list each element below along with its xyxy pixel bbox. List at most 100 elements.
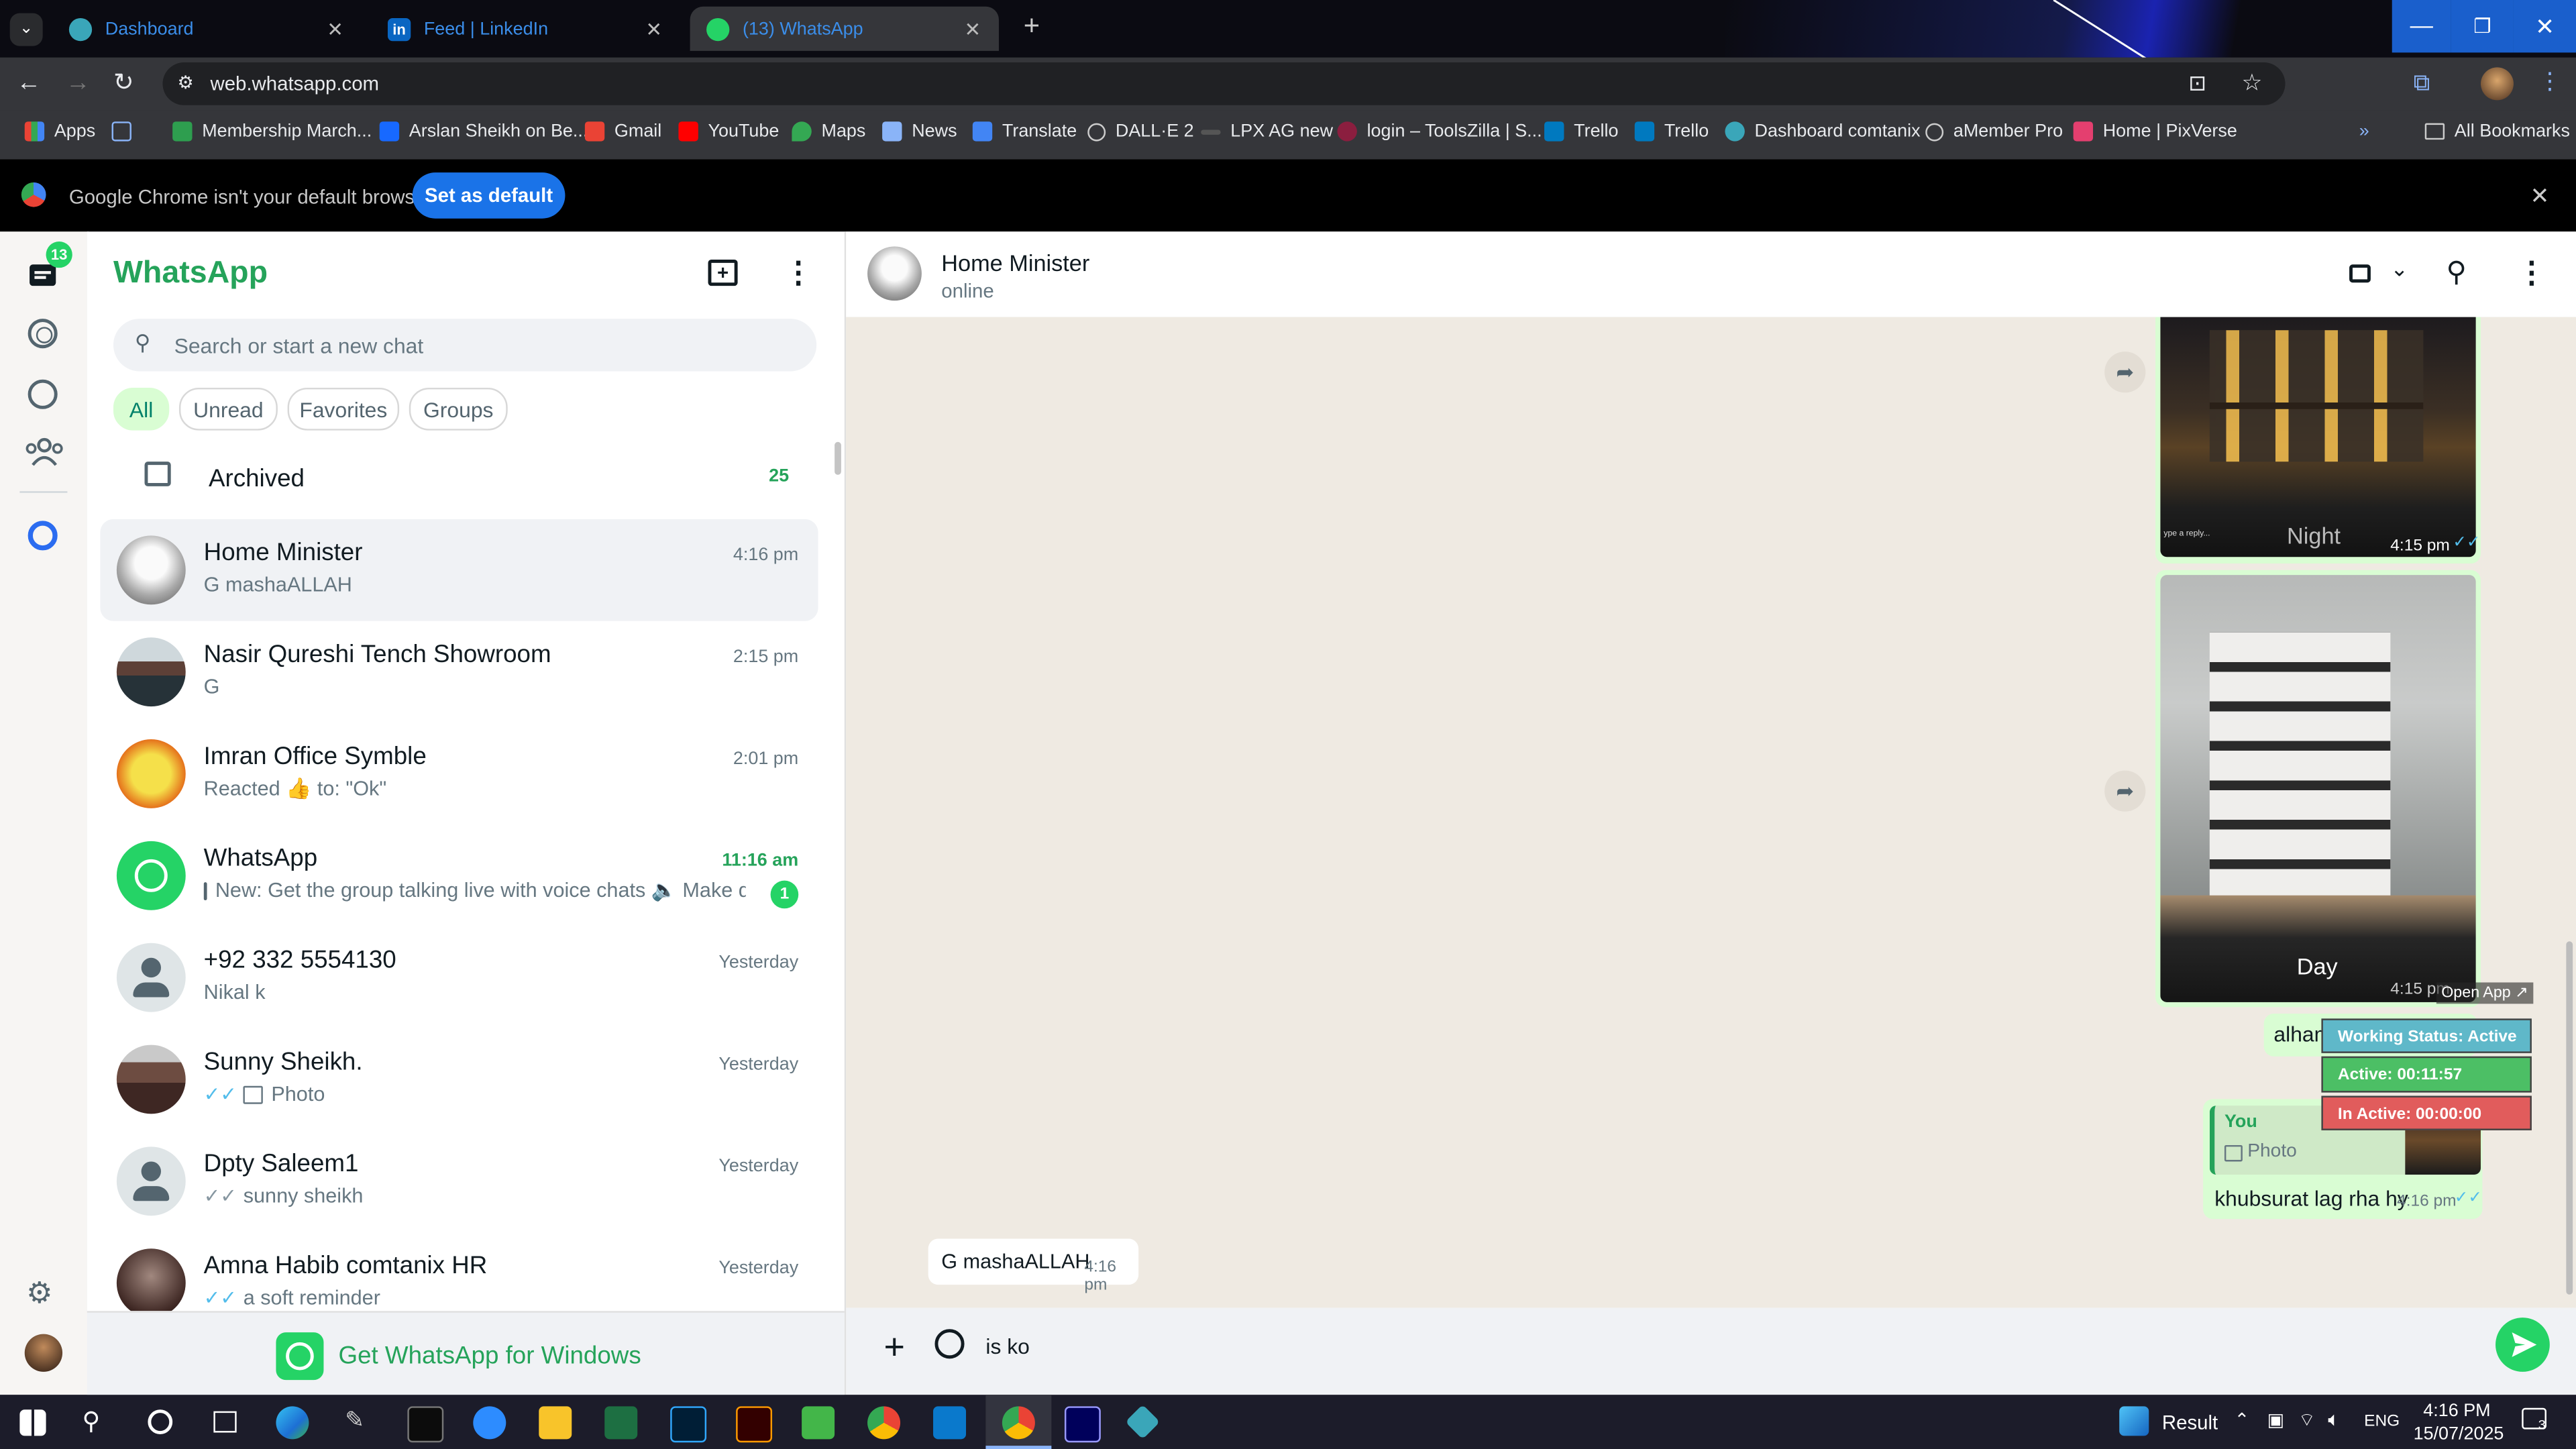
chat-row-whatsapp[interactable]: WhatsApp 11:16 am New: Get the group tal… xyxy=(100,824,818,926)
language-indicator[interactable]: ENG xyxy=(2364,1413,2400,1431)
clock-date[interactable]: 15/07/2025 xyxy=(2414,1424,2504,1444)
wifi-icon[interactable]: ⌔ xyxy=(2298,1409,2315,1432)
tab-dashboard[interactable]: Dashboard ✕ xyxy=(52,7,361,51)
site-info-icon[interactable]: ⚙ xyxy=(177,72,193,93)
send-button[interactable] xyxy=(2496,1318,2550,1372)
vscode-icon[interactable] xyxy=(933,1406,967,1440)
new-chat-icon[interactable]: + xyxy=(708,259,738,286)
terminal-icon[interactable] xyxy=(407,1406,444,1443)
photoshop-icon[interactable] xyxy=(670,1406,707,1443)
close-tab-icon[interactable]: ✕ xyxy=(641,17,667,40)
profile-avatar[interactable] xyxy=(2480,67,2514,101)
comtanix-app-icon[interactable] xyxy=(1125,1404,1161,1440)
chat-row-phone[interactable]: +92 332 5554130 Yesterday Nikal k xyxy=(100,926,818,1028)
bookmark-amember[interactable]: aMember Pro xyxy=(1925,121,2063,142)
open-app-button[interactable]: Open App ↗ xyxy=(2436,982,2534,1004)
pen-icon[interactable]: ✎ xyxy=(345,1406,364,1434)
search-icon[interactable]: ⚲ xyxy=(82,1406,100,1436)
phone-app-icon[interactable] xyxy=(802,1406,835,1440)
excel-icon[interactable] xyxy=(604,1406,638,1440)
network-icon[interactable]: ▣ xyxy=(2267,1409,2284,1431)
chat-row-saleem[interactable]: Dpty Saleem1 Yesterday ✓✓ sunny sheikh xyxy=(100,1130,818,1232)
bookmark-pixverse[interactable]: Home | PixVerse xyxy=(2073,121,2237,142)
more-bookmarks-icon[interactable]: » xyxy=(2359,121,2369,141)
filter-unread[interactable]: Unread xyxy=(178,387,278,431)
settings-gear-icon[interactable]: ⚙ xyxy=(26,1277,53,1311)
volume-icon[interactable]: 🔈︎ xyxy=(2328,1408,2340,1433)
chevron-up-icon[interactable]: ⌃ xyxy=(2235,1409,2250,1431)
task-view-icon[interactable] xyxy=(213,1411,237,1433)
search-icon[interactable]: ⚲ xyxy=(2447,256,2467,289)
get-app-footer[interactable]: Get WhatsApp for Windows xyxy=(87,1311,845,1397)
image-message-night[interactable]: Night ype a reply... 4:15 pm ✓✓ xyxy=(2155,317,2481,564)
back-icon[interactable]: ← xyxy=(16,69,41,97)
bookmark-trello-2[interactable]: Trello xyxy=(1634,121,1709,142)
chat-row-amna[interactable]: Amna Habib comtanix HR Yesterday ✓✓ a sof… xyxy=(100,1232,818,1311)
tab-linkedin[interactable]: in Feed | LinkedIn ✕ xyxy=(371,7,680,51)
windows-start-icon[interactable] xyxy=(19,1409,46,1436)
chat-row-sunny[interactable]: Sunny Sheikh. Yesterday ✓✓ Photo xyxy=(100,1028,818,1130)
close-tab-icon[interactable]: ✕ xyxy=(959,17,985,40)
chevron-down-icon[interactable]: ⌄ xyxy=(2390,256,2408,282)
minimize-button[interactable]: — xyxy=(2392,0,2451,53)
zoom-icon[interactable] xyxy=(473,1406,506,1440)
bookmark-dalle[interactable]: DALL·E 2 xyxy=(1087,121,1194,142)
weather-icon[interactable] xyxy=(2119,1406,2149,1436)
chrome-active-taskbar-item[interactable] xyxy=(985,1395,1052,1449)
sticker-icon[interactable] xyxy=(934,1329,965,1359)
reload-icon[interactable]: ↻ xyxy=(113,67,134,97)
chat-row-home-minister[interactable]: Home Minister 4:16 pm G mashaALLAH xyxy=(100,519,818,621)
bookmark-behance[interactable]: Arslan Sheikh on Be... xyxy=(379,121,588,142)
extensions-icon[interactable]: ⧉ xyxy=(2414,69,2430,97)
bookmark-comtanix[interactable]: Dashboard comtanix xyxy=(1725,121,1921,142)
profile-avatar[interactable] xyxy=(24,1334,63,1372)
tab-whatsapp[interactable]: (13) WhatsApp ✕ xyxy=(690,6,999,51)
forward-icon[interactable]: ➦ xyxy=(2104,352,2146,393)
bookmark-youtube[interactable]: YouTube xyxy=(678,121,779,142)
bookmark-trello-1[interactable]: Trello xyxy=(1544,121,1619,142)
tab-search-button[interactable]: ⌄ xyxy=(9,13,43,46)
chats-nav-button[interactable]: 13 xyxy=(16,241,72,296)
image-message-day[interactable]: Day 4:15 pm xyxy=(2155,570,2481,1008)
chat-row-imran[interactable]: Imran Office Symble 2:01 pm Reacted 👍 to… xyxy=(100,723,818,825)
channels-icon[interactable] xyxy=(28,379,58,409)
meta-ai-icon[interactable] xyxy=(28,521,58,551)
menu-icon[interactable]: ⋮ xyxy=(784,256,813,290)
filter-all[interactable]: All xyxy=(113,387,170,431)
messages-scrollbar[interactable] xyxy=(2566,941,2573,1295)
message-input[interactable]: is ko xyxy=(985,1334,1029,1359)
chat-row-nasir[interactable]: Nasir Qureshi Tench Showroom 2:15 pm G xyxy=(100,621,818,723)
filter-groups[interactable]: Groups xyxy=(409,387,508,431)
illustrator-icon[interactable] xyxy=(736,1406,773,1443)
bookmark-lpx[interactable]: LPX AG new xyxy=(1201,121,1333,142)
video-call-icon[interactable] xyxy=(2349,264,2371,283)
all-bookmarks[interactable]: All Bookmarks xyxy=(2424,121,2570,142)
bookmark-news[interactable]: News xyxy=(882,121,957,142)
search-box[interactable]: ⚲ Search or start a new chat xyxy=(113,319,817,372)
close-banner-icon[interactable]: ✕ xyxy=(2530,182,2549,211)
search-input[interactable]: Search or start a new chat xyxy=(174,333,424,358)
conversation-menu-icon[interactable]: ⋮ xyxy=(2517,256,2546,290)
close-tab-icon[interactable]: ✕ xyxy=(322,17,348,40)
close-window-button[interactable]: ✕ xyxy=(2513,0,2576,53)
forward-icon[interactable]: ➦ xyxy=(2104,770,2146,812)
cortana-icon[interactable] xyxy=(148,1409,173,1434)
bookmark-apps[interactable]: Apps xyxy=(24,121,95,142)
attach-plus-icon[interactable]: + xyxy=(884,1326,905,1368)
bookmark-grid[interactable] xyxy=(111,121,142,142)
forward-icon[interactable]: → xyxy=(66,69,91,97)
status-icon[interactable] xyxy=(28,319,58,349)
filter-favorites[interactable]: Favorites xyxy=(287,387,400,431)
result-label[interactable]: Result xyxy=(2162,1411,2218,1434)
chat-list-scrollbar[interactable] xyxy=(835,441,841,475)
edge-icon[interactable] xyxy=(276,1406,309,1440)
clock-time[interactable]: 4:16 PM xyxy=(2423,1401,2490,1421)
premiere-icon[interactable] xyxy=(1064,1406,1101,1443)
bookmark-star-icon[interactable]: ☆ xyxy=(2242,69,2263,97)
chrome-icon[interactable] xyxy=(867,1406,901,1440)
bookmark-toolszilla[interactable]: login – ToolsZilla | S... xyxy=(1337,121,1542,142)
file-explorer-icon[interactable] xyxy=(539,1406,572,1440)
restore-button[interactable]: ❐ xyxy=(2451,0,2514,53)
bookmark-translate[interactable]: Translate xyxy=(972,121,1077,142)
new-tab-button[interactable]: + xyxy=(1017,11,1046,41)
